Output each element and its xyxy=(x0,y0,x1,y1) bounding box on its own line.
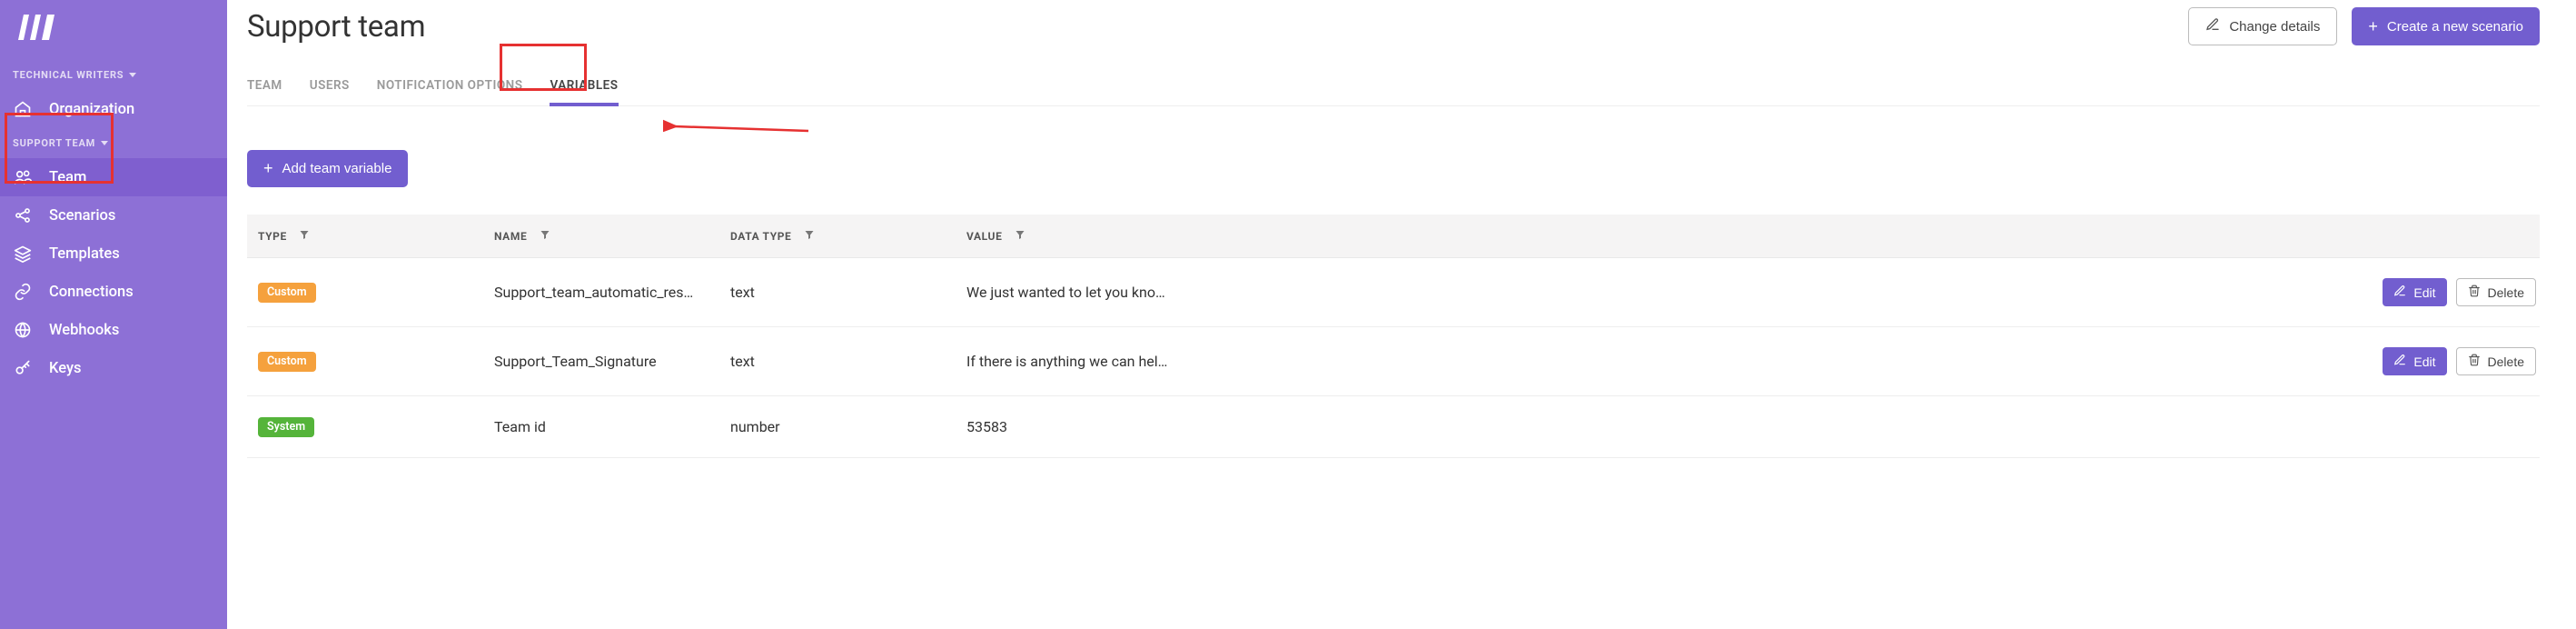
chevron-down-icon xyxy=(129,73,136,77)
key-icon xyxy=(13,358,33,378)
sidebar-section-technical-writers[interactable]: TECHNICAL WRITERS xyxy=(0,60,227,90)
type-badge: Custom xyxy=(258,352,316,372)
chevron-down-icon xyxy=(101,141,108,145)
table-row: Custom Support_team_automatic_res…textWe … xyxy=(247,258,2540,327)
variables-table: TYPE NAME DATA TYPE xyxy=(247,215,2540,458)
sidebar-item-label: Keys xyxy=(49,360,82,377)
sidebar-item-organization[interactable]: Organization xyxy=(0,90,227,128)
sidebar-item-templates[interactable]: Templates xyxy=(0,235,227,273)
sidebar-section-support-team[interactable]: SUPPORT TEAM xyxy=(0,128,227,158)
sidebar-item-keys[interactable]: Keys xyxy=(0,349,227,387)
header: Support team Change details + Create a n… xyxy=(247,0,2540,45)
share-icon xyxy=(13,205,33,225)
col-header-actions xyxy=(2358,215,2540,258)
sidebar-item-label: Organization xyxy=(49,101,134,118)
filter-icon[interactable] xyxy=(299,230,310,243)
cell-datatype: text xyxy=(719,258,956,327)
button-label: Create a new scenario xyxy=(2387,19,2523,35)
cell-value: 53583 xyxy=(956,396,2358,458)
edit-icon xyxy=(2393,354,2406,369)
add-team-variable-button[interactable]: + Add team variable xyxy=(247,150,408,187)
button-label: Delete xyxy=(2488,354,2524,369)
sidebar-item-scenarios[interactable]: Scenarios xyxy=(0,196,227,235)
delete-button[interactable]: Delete xyxy=(2456,278,2536,306)
col-header-value[interactable]: VALUE xyxy=(956,215,2358,258)
table-row: Custom Support_Team_SignaturetextIf there… xyxy=(247,327,2540,396)
type-badge: System xyxy=(258,417,314,437)
filter-icon[interactable] xyxy=(540,230,550,243)
tab-users[interactable]: USERS xyxy=(310,71,350,105)
page-title: Support team xyxy=(247,9,425,45)
plus-icon: + xyxy=(263,159,273,178)
button-label: Change details xyxy=(2229,19,2320,35)
table-row: System Team idnumber53583 xyxy=(247,396,2540,458)
button-label: Delete xyxy=(2488,285,2524,300)
sidebar-item-webhooks[interactable]: Webhooks xyxy=(0,311,227,349)
tab-variables[interactable]: VARIABLES xyxy=(550,71,618,105)
sidebar-item-label: Templates xyxy=(49,245,120,263)
sidebar-item-label: Team xyxy=(49,169,86,186)
cell-value: If there is anything we can hel… xyxy=(956,327,2358,396)
type-badge: Custom xyxy=(258,283,316,303)
users-icon xyxy=(13,167,33,187)
sidebar-item-label: Scenarios xyxy=(49,207,115,225)
cell-name: Support_team_automatic_res… xyxy=(483,258,719,327)
change-details-button[interactable]: Change details xyxy=(2188,7,2337,45)
edit-icon xyxy=(2393,285,2406,300)
button-label: Edit xyxy=(2413,354,2435,369)
button-label: Add team variable xyxy=(282,161,392,176)
layers-icon xyxy=(13,244,33,264)
home-icon xyxy=(13,99,33,119)
delete-button[interactable]: Delete xyxy=(2456,347,2536,375)
sidebar-item-connections[interactable]: Connections xyxy=(0,273,227,311)
header-actions: Change details + Create a new scenario xyxy=(2188,7,2540,45)
sidebar-item-team[interactable]: Team xyxy=(0,158,227,196)
cell-value: We just wanted to let you kno… xyxy=(956,258,2358,327)
tab-notification-options[interactable]: NOTIFICATION OPTIONS xyxy=(377,71,523,105)
col-header-type[interactable]: TYPE xyxy=(247,215,483,258)
sidebar: TECHNICAL WRITERS Organization SUPPORT T… xyxy=(0,0,227,629)
col-header-datatype[interactable]: DATA TYPE xyxy=(719,215,956,258)
edit-icon xyxy=(2205,17,2220,35)
cell-name: Team id xyxy=(483,396,719,458)
annotation-arrow xyxy=(663,113,817,140)
cell-datatype: text xyxy=(719,327,956,396)
sidebar-section-label: TECHNICAL WRITERS xyxy=(13,69,124,81)
edit-button[interactable]: Edit xyxy=(2383,278,2446,306)
sidebar-item-label: Connections xyxy=(49,284,134,301)
sidebar-section-label: SUPPORT TEAM xyxy=(13,137,95,149)
trash-icon xyxy=(2468,285,2481,300)
main-content: Support team Change details + Create a n… xyxy=(227,0,2576,629)
filter-icon[interactable] xyxy=(804,230,815,243)
edit-button[interactable]: Edit xyxy=(2383,347,2446,375)
app-logo[interactable] xyxy=(0,9,227,60)
col-header-name[interactable]: NAME xyxy=(483,215,719,258)
button-label: Edit xyxy=(2413,285,2435,300)
action-row: + Add team variable xyxy=(247,150,2540,187)
link-icon xyxy=(13,282,33,302)
tabs: TEAM USERS NOTIFICATION OPTIONS VARIABLES xyxy=(247,71,2540,106)
create-scenario-button[interactable]: + Create a new scenario xyxy=(2352,7,2540,45)
cell-name: Support_Team_Signature xyxy=(483,327,719,396)
trash-icon xyxy=(2468,354,2481,369)
tab-team[interactable]: TEAM xyxy=(247,71,282,105)
sidebar-item-label: Webhooks xyxy=(49,322,119,339)
cell-datatype: number xyxy=(719,396,956,458)
plus-icon: + xyxy=(2368,17,2378,36)
globe-icon xyxy=(13,320,33,340)
filter-icon[interactable] xyxy=(1015,230,1025,243)
